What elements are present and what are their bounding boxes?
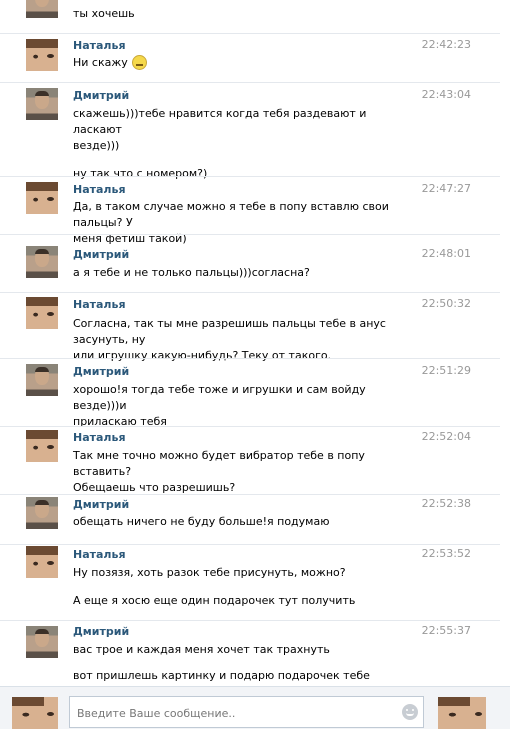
emoji-picker-icon[interactable] <box>402 704 418 720</box>
message-time[interactable]: 22:50:32 <box>422 297 471 310</box>
message-item: Дмитрий 22:51:29 хорошо!я тогда тебе тож… <box>0 358 500 430</box>
message-author[interactable]: Наталья <box>73 298 126 311</box>
message-time[interactable]: 22:55:37 <box>422 624 471 637</box>
message-text: а я тебе и не только пальцы)))согласна? <box>73 265 418 281</box>
message-text: скажешь)))тебе нравится когда тебя разде… <box>73 106 418 182</box>
message-author[interactable]: Дмитрий <box>73 248 129 261</box>
message-author[interactable]: Дмитрий <box>73 365 129 378</box>
avatar-dmitry[interactable] <box>26 626 58 658</box>
message-author[interactable]: Дмитрий <box>73 625 129 638</box>
message-text-line: скажешь)))тебе нравится когда тебя разде… <box>73 107 367 136</box>
message-text-line: вас трое и каждая меня хочет так трахнут… <box>73 643 330 656</box>
message-composer <box>0 686 510 729</box>
message-author[interactable]: Дмитрий <box>73 498 129 511</box>
message-time[interactable]: 22:43:04 <box>422 88 471 101</box>
message-item: Дмитрий 22:43:04 скажешь)))тебе нравится… <box>0 82 500 180</box>
message-item: Дмитрий 22:55:37 вас трое и каждая меня … <box>0 620 500 686</box>
message-text-line: Согласна, так ты мне разрешишь пальцы те… <box>73 317 386 346</box>
message-time[interactable]: 22:47:27 <box>422 182 471 195</box>
avatar-natalya[interactable] <box>26 430 58 462</box>
message-author[interactable]: Наталья <box>73 548 126 561</box>
message-text-line: Так мне точно можно будет вибратор тебе … <box>73 449 365 478</box>
avatar-natalya[interactable] <box>26 297 58 329</box>
avatar-dmitry[interactable] <box>26 0 58 18</box>
message-time[interactable]: 22:51:29 <box>422 364 471 377</box>
message-time[interactable]: 22:42:23 <box>422 38 471 51</box>
smile-icon <box>131 55 147 70</box>
message-time[interactable]: 22:53:52 <box>422 547 471 560</box>
message-text: хорошо!я тогда тебе тоже и игрушки и сам… <box>73 382 418 430</box>
message-text: Так мне точно можно будет вибратор тебе … <box>73 448 418 496</box>
message-item: Наталья 22:50:32 Согласна, так ты мне ра… <box>0 292 500 362</box>
message-time[interactable]: 22:48:01 <box>422 247 471 260</box>
message-text: Ни скажу <box>73 55 418 71</box>
message-text: Ну позязя, хоть разок тебе присунуть, мо… <box>73 565 418 609</box>
avatar-natalya[interactable] <box>26 182 58 214</box>
message-text-line: везде))) <box>73 139 120 152</box>
message-item: Дмитрий 22:52:38 обещать ничего не буду … <box>0 494 500 545</box>
message-item: Наталья 22:52:04 Так мне точно можно буд… <box>0 426 500 495</box>
message-author[interactable]: Наталья <box>73 183 126 196</box>
message-item: Наталья 22:53:52 Ну позязя, хоть разок т… <box>0 544 500 621</box>
message-author[interactable]: Наталья <box>73 431 126 444</box>
message-text: вас трое и каждая меня хочет так трахнут… <box>73 642 418 684</box>
message-input[interactable] <box>75 703 399 723</box>
message-text-line: Да, в таком случае можно я тебе в попу в… <box>73 200 389 229</box>
message-author[interactable]: Наталья <box>73 39 126 52</box>
message-text: Согласна, так ты мне разрешишь пальцы те… <box>73 316 418 364</box>
message-text-line: а я тебе и не только пальцы)))согласна? <box>73 266 310 279</box>
message-text: обещать ничего не буду больше!я подумаю <box>73 514 418 530</box>
avatar-dmitry[interactable] <box>26 364 58 396</box>
message-thread[interactable]: ты хочешь Наталья 22:42:23 Ни скажу Дмит… <box>0 0 510 686</box>
message-time[interactable]: 22:52:38 <box>422 497 471 510</box>
peer-avatar[interactable] <box>438 697 486 729</box>
avatar-dmitry[interactable] <box>26 246 58 278</box>
message-time[interactable]: 22:52:04 <box>422 430 471 443</box>
message-item: Дмитрий 22:48:01 а я тебе и не только па… <box>0 234 500 293</box>
avatar-dmitry[interactable] <box>26 88 58 120</box>
message-text-line: А еще я хосю еще один подарочек тут полу… <box>73 594 356 607</box>
message-text-line: хорошо!я тогда тебе тоже и игрушки и сам… <box>73 383 366 412</box>
message-item: ты хочешь <box>0 0 500 33</box>
message-text-line: Ни скажу <box>73 56 128 69</box>
message-item: Наталья 22:47:27 Да, в таком случае можн… <box>0 176 500 245</box>
my-avatar[interactable] <box>12 697 58 729</box>
avatar-natalya[interactable] <box>26 546 58 578</box>
message-input-box[interactable] <box>69 696 424 728</box>
message-item: Наталья 22:42:23 Ни скажу <box>0 33 500 83</box>
message-text-line: Ну позязя, хоть разок тебе присунуть, мо… <box>73 566 346 579</box>
avatar-natalya[interactable] <box>26 39 58 71</box>
message-text: ты хочешь <box>73 7 135 20</box>
message-text-line: обещать ничего не буду больше!я подумаю <box>73 515 330 528</box>
message-author[interactable]: Дмитрий <box>73 89 129 102</box>
avatar-dmitry[interactable] <box>26 497 58 529</box>
message-text-line: вот пришлешь картинку и подарю подарочек… <box>73 669 370 682</box>
